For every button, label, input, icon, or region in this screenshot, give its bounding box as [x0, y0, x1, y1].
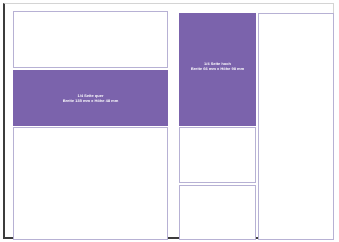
ad-quarter-page-landscape[interactable]: 1/4 Seite quer Breite 135 mm x Höhe 48 m…: [13, 70, 168, 126]
slot-left-bottom: [13, 127, 168, 240]
slot-middle-mid: [179, 127, 256, 183]
slot-left-top: [13, 11, 168, 68]
slot-right-full: [258, 13, 334, 240]
slot-middle-bottom: [179, 185, 256, 240]
ad-quarter-portrait-size: Breite 66 mm x Höhe 98 mm: [190, 66, 245, 71]
ad-quarter-landscape-size: Breite 135 mm x Höhe 48 mm: [62, 98, 119, 103]
page-layout: 1/4 Seite quer Breite 135 mm x Höhe 48 m…: [3, 3, 334, 240]
ad-quarter-page-portrait[interactable]: 1/4 Seite hoch Breite 66 mm x Höhe 98 mm: [179, 13, 256, 126]
